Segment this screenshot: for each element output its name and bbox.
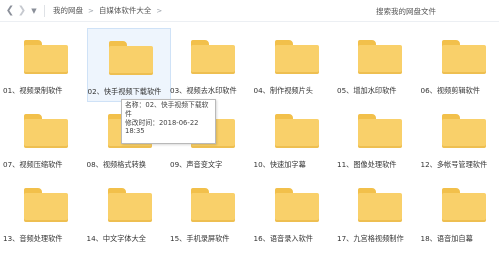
folder-label: 08、视频格式转换 — [86, 160, 146, 169]
folder-label: 01、视频录制软件 — [3, 86, 63, 95]
folder-item[interactable]: 04、制作视频片头 — [254, 28, 338, 102]
folder-icon — [191, 188, 235, 222]
folder-icon — [441, 114, 486, 148]
folder-icon — [274, 114, 319, 148]
folder-item[interactable]: 06、视频剪辑软件 — [421, 28, 499, 102]
folder-label: 09、声音变文字 — [170, 160, 223, 169]
folder-label: 03、视频去水印软件 — [170, 86, 237, 95]
folder-label: 14、中文字体大全 — [86, 234, 146, 243]
toolbar-divider — [44, 4, 45, 17]
folder-item[interactable]: 11、图像处理软件 — [337, 102, 421, 176]
folder-label: 02、快手视频下载软件 — [87, 87, 162, 96]
forward-icon[interactable]: ❯ — [16, 3, 28, 19]
tooltip-name-continued: 件 — [125, 109, 132, 118]
tooltip-name: 名称：02、快手视频下载软 — [125, 101, 209, 109]
folder-item[interactable]: 14、中文字体大全 — [87, 176, 171, 250]
folder-icon — [274, 40, 319, 74]
folder-item[interactable]: 12、多帐号管理软件 — [421, 102, 499, 176]
folder-label: 11、图像处理软件 — [337, 160, 397, 169]
folder-icon — [108, 41, 153, 75]
folder-grid: 01、视频录制软件 02、快手视频下载软件 03、视频去水印软件 04、制作视频片头 0… — [0, 24, 499, 269]
breadcrumb-item-current[interactable]: 自媒体软件大全 — [97, 5, 154, 16]
folder-item[interactable]: 01、视频录制软件 — [3, 28, 87, 102]
folder-label: 10、快速加字幕 — [253, 160, 306, 169]
folder-label: 18、语音加自幕 — [420, 234, 473, 243]
folder-item[interactable]: 15、手机录屏软件 — [170, 176, 254, 250]
search-input[interactable] — [376, 7, 486, 16]
folder-icon — [358, 114, 402, 148]
folder-icon — [441, 188, 486, 222]
folder-label: 12、多帐号管理软件 — [420, 160, 488, 169]
history-dropdown-icon[interactable]: ▼ — [28, 3, 40, 19]
search-box[interactable] — [376, 4, 496, 19]
folder-item[interactable]: 18、语音加自幕 — [421, 176, 499, 250]
tooltip-time: 18:35 — [125, 127, 145, 136]
folder-icon — [191, 40, 235, 74]
folder-label: 16、语音录入软件 — [253, 234, 313, 243]
folder-item[interactable]: 07、视频压缩软件 — [3, 102, 87, 176]
folder-label: 13、音频处理软件 — [3, 234, 63, 243]
folder-item[interactable]: 17、九宫格视频制作 — [337, 176, 421, 250]
folder-icon — [358, 188, 402, 222]
folder-item[interactable]: 03、视频去水印软件 — [170, 28, 254, 102]
breadcrumb-separator: > — [88, 6, 94, 15]
back-icon[interactable]: ❮ — [4, 3, 16, 19]
folder-label: 06、视频剪辑软件 — [420, 86, 480, 95]
folder-icon — [358, 40, 402, 74]
folder-label: 15、手机录屏软件 — [170, 234, 230, 243]
folder-item[interactable]: 05、增加水印软件 — [337, 28, 421, 102]
folder-label: 04、制作视频片头 — [253, 86, 313, 95]
folder-item[interactable]: 02、快手视频下载软件 — [86, 28, 171, 102]
folder-item[interactable]: 16、语音录入软件 — [254, 176, 338, 250]
folder-icon — [107, 188, 152, 222]
folder-item[interactable]: 10、快速加字幕 — [254, 102, 338, 176]
folder-label: 17、九宫格视频制作 — [337, 234, 404, 243]
top-toolbar: ❮ ❯ ▼ 我的网盘 > 自媒体软件大全 > — [0, 0, 499, 22]
breadcrumb-separator: > — [156, 6, 163, 15]
tooltip-modified-time: 修改时间：2018-06-22 — [125, 118, 199, 127]
folder-icon — [24, 188, 68, 222]
breadcrumb: 我的网盘 > 自媒体软件大全 > — [51, 0, 165, 22]
folder-icon — [274, 188, 319, 222]
folder-label: 05、增加水印软件 — [337, 86, 397, 95]
folder-label: 07、视频压缩软件 — [3, 160, 63, 169]
folder-item[interactable]: 13、音频处理软件 — [3, 176, 87, 250]
folder-icon — [24, 114, 68, 148]
breadcrumb-item-root[interactable]: 我的网盘 — [51, 5, 85, 16]
folder-icon — [441, 40, 486, 74]
folder-icon — [24, 40, 68, 74]
file-tooltip: 名称：02、快手视频下载软 件 修改时间：2018-06-22 18:35 — [121, 99, 216, 144]
